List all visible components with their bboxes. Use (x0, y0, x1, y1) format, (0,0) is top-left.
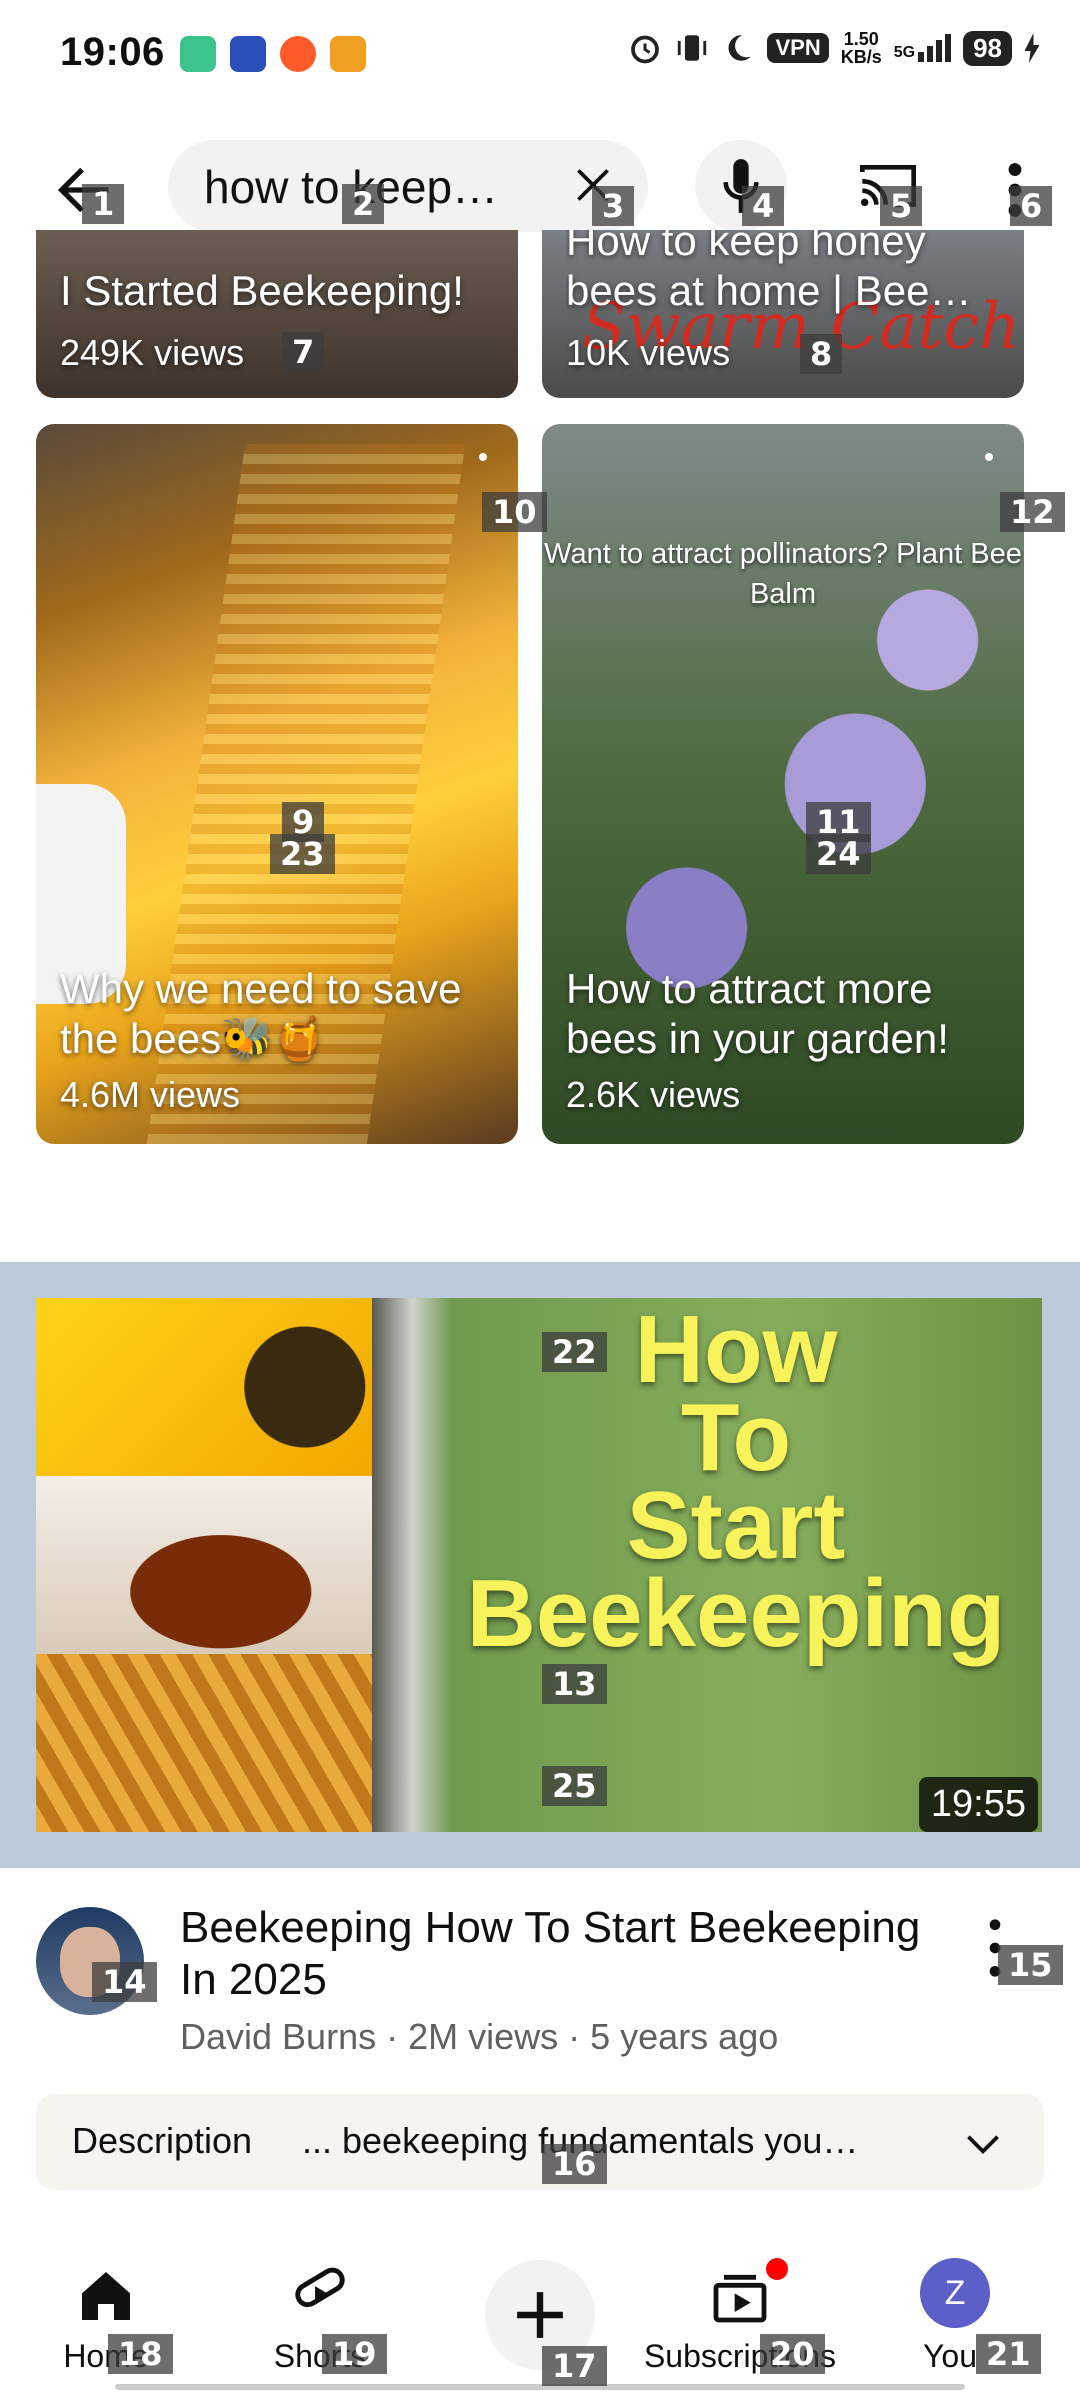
mark-label: 12 (1000, 492, 1065, 532)
mark-label: 16 (542, 2144, 607, 2184)
short-views: 4.6M views (60, 1074, 241, 1115)
subscriptions-icon (713, 2274, 767, 2323)
status-bar: 19:06 VPN 1.50 KB/s 5G 98 (0, 0, 1080, 110)
description-label: Description (72, 2120, 253, 2161)
mark-label: 7 (282, 332, 325, 372)
short-views: 2.6K views (566, 1074, 741, 1115)
video-duration: 19:55 (918, 1777, 1038, 1832)
mark-label: 20 (760, 2334, 825, 2374)
mark-label: 4 (742, 186, 785, 226)
sunflower-image (36, 1298, 372, 1476)
short-card[interactable]: Why we need to save the bees🐝🍯 4.6M view… (36, 424, 518, 1144)
short-card[interactable]: Want to attract pollinators? Plant Bee B… (542, 424, 1024, 1144)
notification-icons (180, 36, 366, 72)
thumbnail-title-text: How To Start Beekeeping (466, 1298, 1006, 1667)
video-thumbnail[interactable]: How To Start Beekeeping 19:55 (36, 1298, 1042, 1832)
gesture-bar (115, 2384, 965, 2390)
short-card[interactable]: I Started Beekeeping! 249K views (36, 230, 518, 398)
mark-label: 25 (542, 1766, 607, 1806)
mark-label: 17 (542, 2346, 607, 2386)
mark-label: 3 (592, 186, 635, 226)
mark-label: 22 (542, 1332, 607, 1372)
mark-label: 23 (270, 834, 335, 874)
mark-label: 5 (880, 186, 923, 226)
channel-name: David Burns (180, 2016, 377, 2057)
app-notification-icon (180, 36, 216, 72)
honeycomb-image (36, 1654, 372, 1832)
chevron-down-icon (967, 2135, 999, 2154)
short-title: How to keep honey bees at home | Bee… (566, 230, 972, 314)
app-notification-icon (280, 36, 316, 72)
user-avatar: Z (920, 2258, 990, 2328)
mark-label: 6 (1010, 186, 1053, 226)
search-input[interactable]: how to keep… (168, 140, 648, 232)
video-metadata: David Burns · 2M views · 5 years ago (180, 2016, 779, 2057)
mark-label: 1 (82, 184, 125, 224)
video-title[interactable]: Beekeeping How To Start Beekeeping In 20… (180, 1902, 960, 2006)
vibrate-icon (678, 35, 707, 61)
view-count: 2M views (408, 2016, 559, 2057)
charging-icon (1024, 33, 1040, 63)
honey-image (36, 1476, 372, 1654)
vpn-badge: VPN (767, 33, 829, 63)
notification-dot (766, 2258, 788, 2280)
mark-label: 15 (998, 1945, 1063, 1985)
mark-label: 2 (342, 184, 385, 224)
dnd-moon-icon (728, 35, 752, 61)
nav-shorts[interactable]: Shorts (220, 2240, 420, 2374)
mark-label: 14 (92, 1962, 157, 2002)
mark-label: 24 (806, 834, 871, 874)
description-panel[interactable]: Description ... beekeeping fundamentals … (36, 2094, 1044, 2190)
upload-age: 5 years ago (590, 2016, 779, 2057)
home-icon (82, 2272, 130, 2320)
short-views: 249K views (60, 332, 245, 373)
network-speed: 1.50 KB/s (840, 29, 882, 67)
short-card[interactable]: Swarm Catching How to keep honey bees at… (542, 230, 1024, 398)
clock: 19:06 (60, 30, 165, 74)
mark-label: 19 (322, 2334, 387, 2374)
system-indicators: VPN 1.50 KB/s 5G 98 (627, 30, 1040, 66)
short-views: 10K views (566, 332, 731, 373)
nav-home[interactable]: Home (6, 2240, 206, 2374)
mark-label: 21 (976, 2334, 1041, 2374)
battery-level: 98 (963, 30, 1012, 66)
mark-label: 18 (108, 2334, 173, 2374)
short-title: I Started Beekeeping! (60, 267, 464, 314)
alarm-icon (631, 35, 660, 64)
short-menu-icon[interactable] (984, 452, 994, 492)
mark-label: 13 (542, 1664, 607, 1704)
short-title: How to attract more bees in your garden! (566, 965, 949, 1062)
thumbnail-overlay-text: Want to attract pollinators? Plant Bee B… (544, 538, 1022, 610)
mark-label: 8 (800, 334, 843, 374)
bottom-navigation: Home Shorts Subscriptions Z You (0, 2240, 1080, 2400)
shorts-icon (295, 2267, 345, 2308)
mark-label: 10 (482, 492, 547, 532)
signal-icon: 5G (894, 34, 952, 62)
short-menu-icon[interactable] (478, 452, 488, 492)
app-notification-icon (330, 36, 366, 72)
app-notification-icon (230, 36, 266, 72)
short-title: Why we need to save the bees🐝🍯 (60, 965, 462, 1062)
